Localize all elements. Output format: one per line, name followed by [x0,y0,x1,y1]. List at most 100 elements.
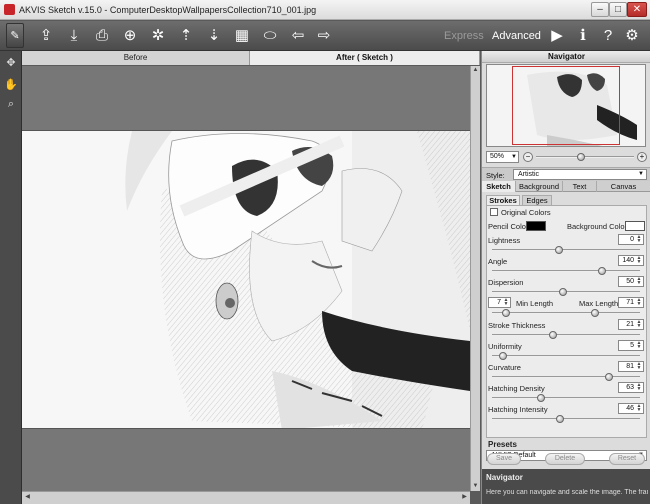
spin-arrows-icon[interactable]: ▲ ▼ [636,362,642,371]
tab-text[interactable]: Text [563,181,597,192]
save-icon[interactable]: ⤓ [64,26,84,46]
info-icon[interactable]: ℹ [573,26,593,46]
tab-background[interactable]: Background [516,181,563,192]
curvature-slider-thumb[interactable] [605,373,614,381]
chevron-down-icon: ▼ [638,171,644,177]
close-button[interactable]: ✕ [627,2,647,17]
angle-field[interactable]: 140 ▲ ▼ [618,255,644,266]
reset-preset-button[interactable]: Reset [609,453,645,465]
brush-icon[interactable]: ✎ [6,23,24,48]
undo-icon[interactable]: ⇦ [288,26,308,46]
delete-preset-button[interactable]: Delete [545,453,585,465]
eraser-icon[interactable]: ⬭ [260,26,280,46]
save-preset-button[interactable]: Save [487,453,521,465]
horizontal-scrollbar[interactable]: ◀ ▶ [22,491,470,504]
tab-before[interactable]: Before [22,51,250,65]
min-length-slider-thumb[interactable] [501,309,510,317]
stroke-tool-icon[interactable]: ✥ [3,55,19,71]
help-icon[interactable]: ? [598,26,618,46]
hatching-intensity-slider-thumb[interactable] [556,415,565,423]
hand-icon[interactable]: ✋ [3,77,19,93]
tab-strokes[interactable]: Strokes [486,195,520,205]
max-length-label: Max Length [579,299,619,308]
open-icon[interactable]: ⇪ [36,26,56,46]
dispersion-field[interactable]: 50 ▲ ▼ [618,276,644,287]
vertical-scrollbar[interactable]: ▲ ▼ [470,66,480,491]
maximize-button[interactable]: □ [609,2,627,17]
spin-arrows-icon[interactable]: ▲ ▼ [503,298,509,307]
export-icon[interactable]: ⇣ [204,26,224,46]
play-icon[interactable]: ▶ [547,26,567,46]
hatching-intensity-slider[interactable] [492,418,640,420]
angle-slider-thumb[interactable] [598,267,607,275]
angle-slider[interactable] [492,270,640,272]
max-length-field[interactable]: 71 ▲ ▼ [618,297,644,308]
navigator-frame[interactable] [512,66,620,145]
stroke-thickness-field[interactable]: 21 ▲ ▼ [618,319,644,330]
stroke-thickness-slider-thumb[interactable] [549,331,558,339]
lightness-slider-thumb[interactable] [555,246,563,254]
scroll-down-icon[interactable]: ▼ [471,482,480,491]
share-icon[interactable]: ⊕ [120,26,140,46]
hatching-density-slider[interactable] [492,397,640,399]
zoom-slider-thumb[interactable] [576,153,585,161]
import-icon[interactable]: ⇡ [176,26,196,46]
zoom-controls: 50% ▼ − + [486,151,647,164]
spin-arrows-icon[interactable]: ▲ ▼ [636,235,642,244]
spin-arrows-icon[interactable]: ▲ ▼ [636,256,642,265]
view-tabs: Before After ( Sketch ) [22,51,480,65]
curvature-slider[interactable] [492,376,640,378]
hatching-density-field[interactable]: 63 ▲ ▼ [618,382,644,393]
zoom-slider[interactable] [536,156,634,158]
uniformity-slider-thumb[interactable] [499,352,507,360]
uniformity-field[interactable]: 5 ▲ ▼ [618,340,644,351]
hatching-intensity-field[interactable]: 46 ▲ ▼ [618,403,644,414]
zoom-select[interactable]: 50% ▼ [486,151,519,163]
image-viewport[interactable] [22,66,470,491]
zoom-in-button[interactable]: + [637,152,647,162]
original-colors-checkbox[interactable] [490,208,498,216]
uniformity-slider[interactable] [492,355,640,357]
length-range-slider[interactable] [492,312,640,314]
max-length-slider-thumb[interactable] [591,309,600,317]
tab-after-sketch[interactable]: After ( Sketch ) [250,51,480,65]
style-label: Style: [486,171,505,180]
uniformity-value: 5 [630,342,634,349]
batch-icon[interactable]: ✲ [148,26,168,46]
zoom-icon[interactable]: ⌕ [3,96,19,112]
navigator-preview[interactable] [486,64,646,147]
tab-edges[interactable]: Edges [522,195,552,205]
spin-arrows-icon[interactable]: ▲ ▼ [636,298,642,307]
scroll-up-icon[interactable]: ▲ [471,66,480,75]
hatching-density-slider-thumb[interactable] [536,394,545,402]
tab-sketch[interactable]: Sketch [482,181,516,192]
lightness-field[interactable]: 0 ▲ ▼ [618,234,644,245]
tool-strip: ✥ ✋ ⌕ [0,51,22,504]
curvature-field[interactable]: 81 ▲ ▼ [618,361,644,372]
background-color-swatch[interactable] [625,221,645,231]
spin-arrows-icon[interactable]: ▲ ▼ [636,383,642,392]
min-length-field[interactable]: 7 ▲ ▼ [488,297,511,308]
style-select[interactable]: Artistic ▼ [513,169,647,180]
pencil-color-swatch[interactable] [526,221,546,231]
spin-arrows-icon[interactable]: ▲ ▼ [636,277,642,286]
advanced-mode-button[interactable]: Advanced [492,30,541,42]
scroll-left-icon[interactable]: ◀ [23,493,32,502]
scroll-right-icon[interactable]: ▶ [460,493,469,502]
spin-arrows-icon[interactable]: ▲ ▼ [636,320,642,329]
print-icon[interactable]: ⎙ [92,26,112,46]
minimize-button[interactable]: – [591,2,609,17]
spin-arrows-icon[interactable]: ▲ ▼ [636,404,642,413]
film-icon[interactable]: ▦ [232,26,252,46]
spin-arrows-icon[interactable]: ▲ ▼ [636,341,642,350]
tab-canvas[interactable]: Canvas [597,181,650,192]
dispersion-slider-thumb[interactable] [559,288,568,296]
gear-icon[interactable]: ⚙ [622,26,642,46]
zoom-out-button[interactable]: − [523,152,533,162]
stroke-thickness-slider[interactable] [492,334,640,336]
express-mode-button[interactable]: Express [444,30,484,42]
sub-tabs: Strokes Edges [486,195,647,205]
lightness-slider[interactable] [492,249,640,251]
redo-icon[interactable]: ⇨ [314,26,334,46]
dispersion-value: 50 [626,278,634,285]
